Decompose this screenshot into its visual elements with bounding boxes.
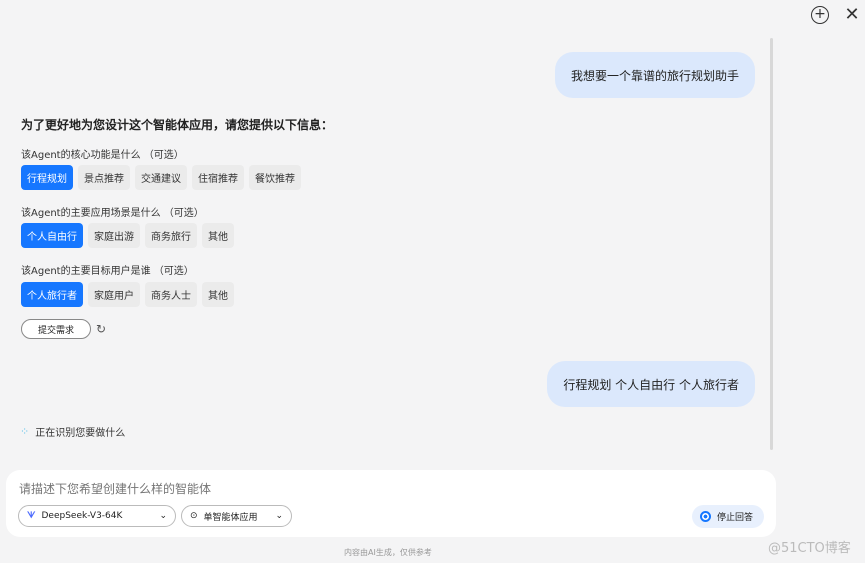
new-chat-icon[interactable]: + <box>811 6 829 24</box>
stop-label: 停止回答 <box>717 513 754 523</box>
stop-icon <box>700 511 711 522</box>
deepseek-logo-icon: ᗐ <box>27 511 36 521</box>
status-text: 正在识别您要做什么 <box>35 428 126 439</box>
mode-label: 单智能体应用 <box>203 512 258 523</box>
option-chip[interactable]: 餐饮推荐 <box>249 165 301 190</box>
prompt-input[interactable] <box>19 482 619 496</box>
option-chip[interactable]: 商务旅行 <box>145 223 197 248</box>
scrollbar[interactable] <box>770 38 773 450</box>
mode-select[interactable]: ⊙ 单智能体应用 ⌄ <box>181 505 292 527</box>
option-chip[interactable]: 其他 <box>202 282 234 307</box>
options-row: 个人旅行者 家庭用户 商务人士 其他 <box>21 282 234 307</box>
loading-icon: ⁘ <box>20 425 30 438</box>
question-label: 该Agent的主要应用场景是什么 （可选） <box>21 208 204 219</box>
user-message: 我想要一个靠谱的旅行规划助手 <box>554 52 755 98</box>
option-chip[interactable]: 家庭用户 <box>88 282 140 307</box>
refresh-icon[interactable]: ↻ <box>96 322 106 336</box>
agent-icon: ⊙ <box>190 511 198 521</box>
question-label: 该Agent的核心功能是什么 （可选） <box>21 150 184 161</box>
chat-input-box: ᗐ DeepSeek-V3-64K ⌄ ⊙ 单智能体应用 ⌄ 停止回答 <box>6 470 776 537</box>
stop-button[interactable]: 停止回答 <box>692 505 764 528</box>
option-chip[interactable]: 交通建议 <box>135 165 187 190</box>
question-label: 该Agent的主要目标用户是谁 （可选） <box>21 266 194 277</box>
model-label: DeepSeek-V3-64K <box>41 511 123 521</box>
option-chip[interactable]: 住宿推荐 <box>192 165 244 190</box>
chevron-down-icon: ⌄ <box>159 511 167 521</box>
status-indicator: ⁘ 正在识别您要做什么 <box>20 424 125 439</box>
option-chip[interactable]: 家庭出游 <box>88 223 140 248</box>
option-chip[interactable]: 个人自由行 <box>21 223 83 248</box>
option-chip[interactable]: 其他 <box>202 223 234 248</box>
watermark: @51CTO博客 <box>768 541 851 556</box>
options-row: 行程规划 景点推荐 交通建议 住宿推荐 餐饮推荐 <box>21 165 301 190</box>
option-chip[interactable]: 景点推荐 <box>78 165 130 190</box>
close-icon[interactable]: ✕ <box>843 6 861 24</box>
form-title: 为了更好地为您设计这个智能体应用，请您提供以下信息： <box>21 118 334 132</box>
model-select[interactable]: ᗐ DeepSeek-V3-64K ⌄ <box>18 505 176 527</box>
submit-button[interactable]: 提交需求 <box>21 319 91 339</box>
disclaimer: 内容由AI生成，仅供参考 <box>344 548 432 557</box>
option-chip[interactable]: 商务人士 <box>145 282 197 307</box>
user-message: 行程规划 个人自由行 个人旅行者 <box>547 361 755 407</box>
option-chip[interactable]: 个人旅行者 <box>21 282 83 307</box>
chevron-down-icon: ⌄ <box>275 511 283 521</box>
option-chip[interactable]: 行程规划 <box>21 165 73 190</box>
options-row: 个人自由行 家庭出游 商务旅行 其他 <box>21 223 234 248</box>
